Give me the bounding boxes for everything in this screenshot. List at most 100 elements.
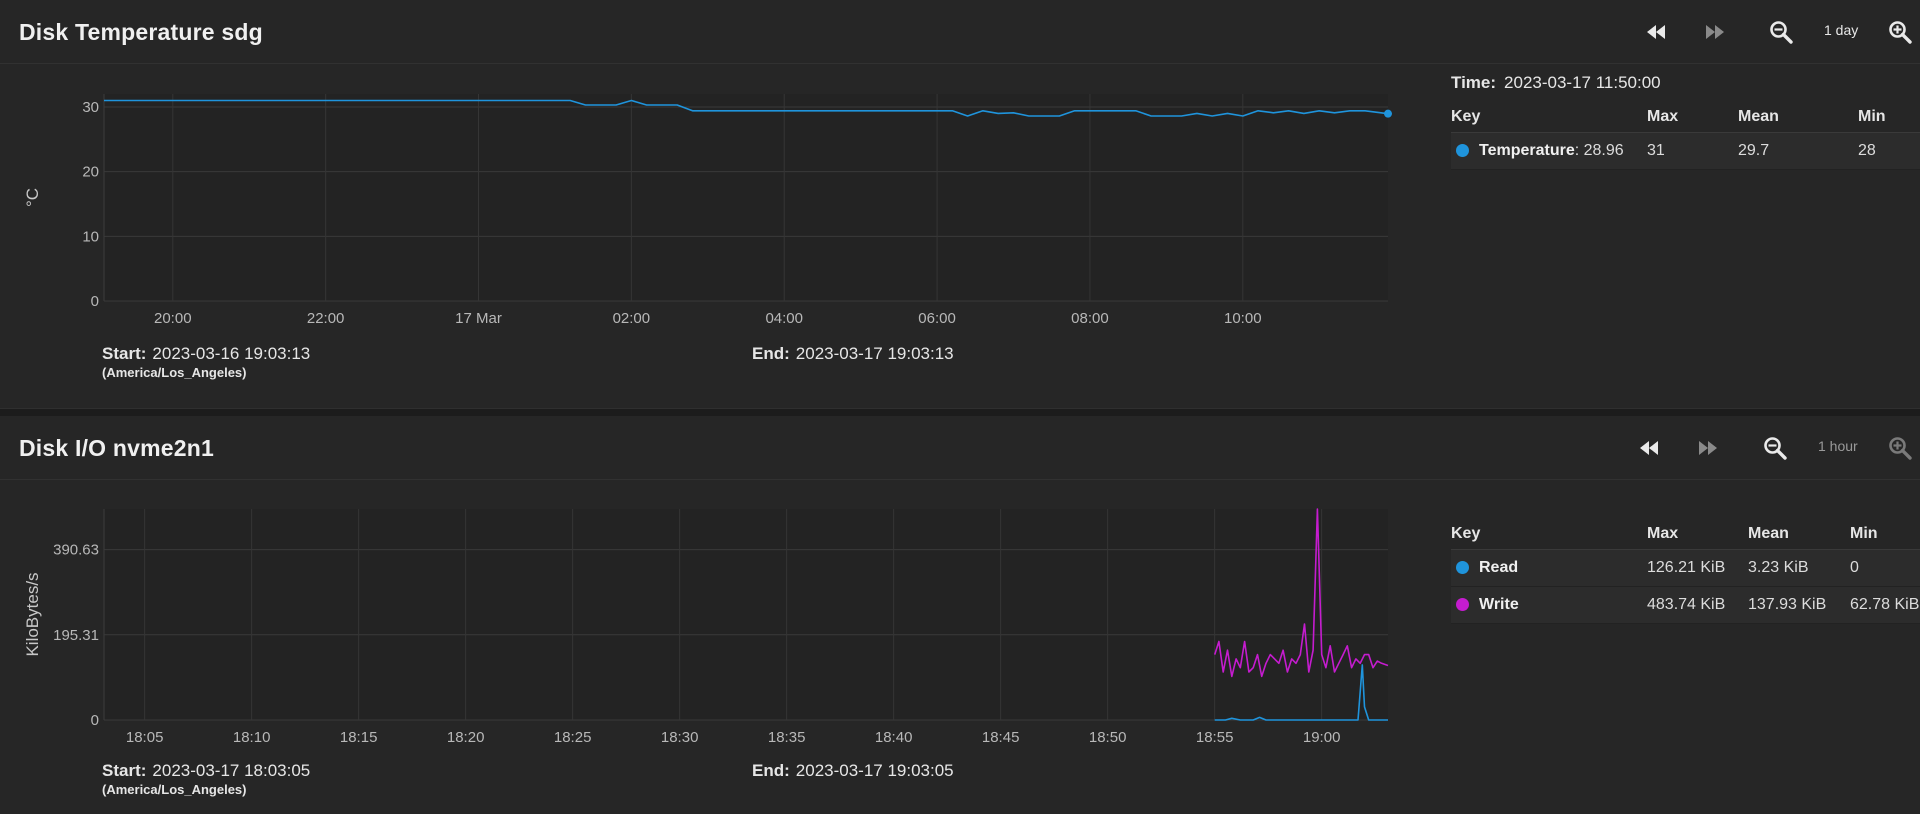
x-tick-label: 17 Mar <box>455 310 502 327</box>
start-value: 2023-03-17 18:03:05 <box>152 761 311 780</box>
start-label: Start: <box>102 344 147 363</box>
legend-mean: 137.93 KiB <box>1748 596 1827 613</box>
timezone-label: (America/Los_Angeles) <box>102 782 247 797</box>
end-label: End: <box>752 344 790 363</box>
legend-max: 126.21 KiB <box>1647 559 1726 576</box>
series-color-dot <box>1456 561 1469 574</box>
x-tick-label: 18:35 <box>768 729 806 746</box>
y-tick-label: 0 <box>91 712 99 729</box>
legend-min: 0 <box>1850 559 1859 576</box>
rewind-button[interactable] <box>1643 20 1669 44</box>
legend-header-mean: Mean <box>1738 108 1779 125</box>
legend-key: Read <box>1479 559 1519 576</box>
start-time: Start: 2023-03-17 18:03:05 <box>102 761 310 781</box>
series-color-dot <box>1456 144 1469 157</box>
legend-row-temperature[interactable]: Temperature: 28.96 31 29.7 28 <box>1451 133 1920 170</box>
rewind-icon <box>1647 25 1665 39</box>
legend-table: Key Max Mean Min Read 126.21 KiB 3.23 Ki… <box>1451 519 1920 624</box>
end-time: End: 2023-03-17 19:03:13 <box>752 344 954 364</box>
current-point-marker <box>1384 109 1392 118</box>
y-tick-label: 30 <box>82 99 99 116</box>
legend-header-min: Min <box>1858 108 1886 125</box>
x-tick-label: 02:00 <box>613 310 651 327</box>
x-tick-label: 18:55 <box>1196 729 1234 746</box>
rewind-button[interactable] <box>1636 436 1662 460</box>
legend-header-key: Key <box>1451 108 1481 125</box>
plot-area <box>104 509 1388 720</box>
x-tick-label: 04:00 <box>765 310 803 327</box>
x-tick-label: 18:15 <box>340 729 378 746</box>
fast-forward-button[interactable] <box>1702 20 1728 44</box>
y-axis-label: °C <box>23 188 42 207</box>
zoom-level-label: 1 hour <box>1818 438 1858 454</box>
zoom-in-button[interactable] <box>1887 20 1913 44</box>
legend-key: Temperature: 28.96 <box>1479 142 1624 159</box>
temperature-panel: Disk Temperature sdg 1 day 0 10 20 30 20:00 2… <box>0 0 1920 408</box>
series-color-dot <box>1456 598 1469 611</box>
legend-header: Key Max Mean Min <box>1451 519 1920 550</box>
legend-table: Key Max Mean Min Temperature: 28.96 31 2… <box>1451 102 1920 170</box>
zoom-out-icon <box>1764 437 1787 460</box>
time-label: Time: <box>1451 73 1497 92</box>
timezone-label: (America/Los_Angeles) <box>102 365 247 380</box>
end-label: End: <box>752 761 790 780</box>
end-value: 2023-03-17 19:03:05 <box>795 761 954 780</box>
legend-key: Write <box>1479 596 1519 613</box>
y-tick-label: 390.63 <box>53 542 99 559</box>
y-axis-label: KiloBytes/s <box>23 572 42 656</box>
x-tick-label: 18:10 <box>233 729 271 746</box>
x-tick-label: 18:05 <box>126 729 164 746</box>
legend-header-key: Key <box>1451 525 1481 542</box>
legend-header-max: Max <box>1647 108 1679 125</box>
zoom-in-button[interactable] <box>1887 436 1913 460</box>
legend-header: Key Max Mean Min <box>1451 102 1920 133</box>
legend-min: 28 <box>1858 142 1876 159</box>
zoom-in-icon <box>1889 21 1912 44</box>
x-tick-label: 18:30 <box>661 729 699 746</box>
x-tick-label: 19:00 <box>1303 729 1341 746</box>
start-label: Start: <box>102 761 147 780</box>
legend-row-read[interactable]: Read 126.21 KiB 3.23 KiB 0 <box>1451 550 1920 587</box>
y-tick-label: 0 <box>91 293 99 310</box>
zoom-out-button[interactable] <box>1762 436 1788 460</box>
x-tick-label: 18:50 <box>1089 729 1127 746</box>
legend-header-max: Max <box>1647 525 1679 542</box>
x-tick-label: 18:20 <box>447 729 485 746</box>
legend-min: 62.78 KiB <box>1850 596 1920 613</box>
y-tick-label: 20 <box>82 164 99 181</box>
time-value: 2023-03-17 11:50:00 <box>1504 73 1661 92</box>
x-tick-label: 18:40 <box>875 729 913 746</box>
fast-forward-icon <box>1706 25 1724 39</box>
x-tick-label: 06:00 <box>918 310 956 327</box>
legend-max: 483.74 KiB <box>1647 596 1726 613</box>
x-tick-label: 10:00 <box>1224 310 1262 327</box>
temperature-chart[interactable]: 0 10 20 30 20:00 22:00 17 Mar 02:00 04:00 06:00 08… <box>0 0 1420 340</box>
zoom-level-label: 1 day <box>1824 22 1859 38</box>
zoom-out-button[interactable] <box>1768 20 1794 44</box>
fast-forward-button[interactable] <box>1695 436 1721 460</box>
zoom-out-icon <box>1770 21 1793 44</box>
legend-time: Time: 2023-03-17 11:50:00 <box>1451 73 1661 93</box>
end-time: End: 2023-03-17 19:03:05 <box>752 761 954 781</box>
legend-header-min: Min <box>1850 525 1878 542</box>
start-value: 2023-03-16 19:03:13 <box>152 344 311 363</box>
x-tick-label: 18:45 <box>982 729 1020 746</box>
x-tick-label: 08:00 <box>1071 310 1109 327</box>
zoom-in-icon <box>1889 437 1912 460</box>
x-tick-label: 22:00 <box>307 310 345 327</box>
disk-io-panel: Disk I/O nvme2n1 1 hour 0 195.31 390.63 18:… <box>0 416 1920 814</box>
legend-mean: 3.23 KiB <box>1748 559 1809 576</box>
plot-area <box>104 94 1388 301</box>
fast-forward-icon <box>1699 441 1717 455</box>
y-tick-label: 10 <box>82 228 99 245</box>
legend-header-mean: Mean <box>1748 525 1789 542</box>
x-tick-label: 20:00 <box>154 310 192 327</box>
rewind-icon <box>1640 441 1658 455</box>
y-tick-label: 195.31 <box>53 627 99 644</box>
disk-io-chart[interactable]: 0 195.31 390.63 18:05 18:10 18:15 18:20 18:25 18… <box>0 416 1420 746</box>
end-value: 2023-03-17 19:03:13 <box>795 344 954 363</box>
legend-row-write[interactable]: Write 483.74 KiB 137.93 KiB 62.78 KiB <box>1451 587 1920 624</box>
legend-mean: 29.7 <box>1738 142 1770 159</box>
legend-max: 31 <box>1647 142 1665 159</box>
x-tick-label: 18:25 <box>554 729 592 746</box>
